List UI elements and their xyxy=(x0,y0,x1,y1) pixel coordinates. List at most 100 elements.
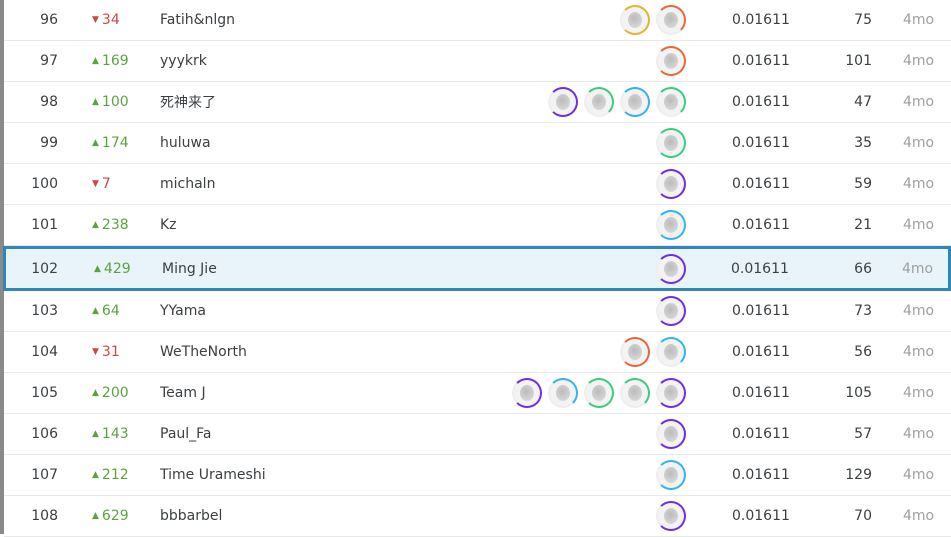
triangle-up-icon: ▲ xyxy=(92,97,99,107)
rank: 96 xyxy=(40,12,58,28)
entries-count: 129 xyxy=(845,467,872,483)
entries-count: 57 xyxy=(854,426,872,442)
team-member-avatar[interactable] xyxy=(656,5,686,35)
team-members xyxy=(620,337,686,367)
table-row[interactable]: 101 ▲ 238 Kz 0.01611 21 4mo xyxy=(4,205,951,246)
team-member-avatar[interactable] xyxy=(548,87,578,117)
team-member-avatar[interactable] xyxy=(656,378,686,408)
entries-count: 75 xyxy=(854,12,872,28)
team-members xyxy=(656,169,686,199)
entries-count: 35 xyxy=(854,135,872,151)
team-members xyxy=(656,253,686,284)
entries-count: 59 xyxy=(854,176,872,192)
team-member-avatar[interactable] xyxy=(656,169,686,199)
table-row[interactable]: 99 ▲ 174 huluwa 0.01611 35 4mo xyxy=(4,123,951,164)
team-member-avatar[interactable] xyxy=(620,5,650,35)
triangle-down-icon: ▼ xyxy=(92,15,99,25)
score: 0.01611 xyxy=(732,467,790,483)
rank-change: ▲ 629 xyxy=(92,508,129,524)
score: 0.01611 xyxy=(732,176,790,192)
entries-count: 21 xyxy=(854,217,872,233)
team-member-avatar[interactable] xyxy=(656,296,686,326)
triangle-up-icon: ▲ xyxy=(92,429,99,439)
rank: 106 xyxy=(31,426,58,442)
table-row[interactable]: 98 ▲ 100 死神来了 0.01611 47 4mo xyxy=(4,82,951,123)
team-member-avatar[interactable] xyxy=(620,337,650,367)
triangle-up-icon: ▲ xyxy=(94,263,101,274)
team-member-avatar[interactable] xyxy=(620,87,650,117)
last-submission: 4mo xyxy=(903,176,935,192)
table-row-current-team[interactable]: 102 ▲ 429 Ming Jie 0.01611 66 4mo xyxy=(3,246,951,291)
team-name[interactable]: YYama xyxy=(160,303,206,319)
rank: 99 xyxy=(40,135,58,151)
table-row[interactable]: 100 ▼ 7 michaln 0.01611 59 4mo xyxy=(4,164,951,205)
entries-count: 56 xyxy=(854,344,872,360)
score: 0.01611 xyxy=(732,303,790,319)
table-row[interactable]: 105 ▲ 200 Team J 0.01611 105 4mo xyxy=(4,373,951,414)
rank: 101 xyxy=(31,217,58,233)
score: 0.01611 xyxy=(732,426,790,442)
entries-count: 105 xyxy=(845,385,872,401)
last-submission: 4mo xyxy=(903,426,935,442)
rank-change: ▲ 143 xyxy=(92,426,129,442)
table-row[interactable]: 96 ▼ 34 Fatih&nlgn 0.01611 75 4mo xyxy=(4,0,951,41)
team-member-avatar[interactable] xyxy=(656,501,686,531)
triangle-up-icon: ▲ xyxy=(92,138,99,148)
team-member-avatar[interactable] xyxy=(656,337,686,367)
table-row[interactable]: 106 ▲ 143 Paul_Fa 0.01611 57 4mo xyxy=(4,414,951,455)
table-row[interactable]: 103 ▲ 64 YYama 0.01611 73 4mo xyxy=(4,291,951,332)
score: 0.01611 xyxy=(732,94,790,110)
table-row[interactable]: 107 ▲ 212 Time Urameshi 0.01611 129 4mo xyxy=(4,455,951,496)
team-member-avatar[interactable] xyxy=(656,460,686,490)
team-name[interactable]: Team J xyxy=(160,385,206,401)
team-member-avatar[interactable] xyxy=(584,378,614,408)
rank-change: ▲ 169 xyxy=(92,53,129,69)
team-name[interactable]: WeTheNorth xyxy=(160,344,247,360)
team-member-avatar[interactable] xyxy=(512,378,542,408)
rank-change: ▼ 31 xyxy=(92,344,120,360)
team-members xyxy=(656,46,686,76)
team-member-avatar[interactable] xyxy=(656,253,686,284)
last-submission: 4mo xyxy=(903,508,935,524)
triangle-up-icon: ▲ xyxy=(92,511,99,521)
team-member-avatar[interactable] xyxy=(620,378,650,408)
team-name[interactable]: Kz xyxy=(160,217,177,233)
triangle-down-icon: ▼ xyxy=(92,179,99,189)
team-name[interactable]: Time Urameshi xyxy=(160,467,266,483)
team-member-avatar[interactable] xyxy=(548,378,578,408)
rank-change: ▼ 7 xyxy=(92,176,111,192)
team-name[interactable]: Fatih&nlgn xyxy=(160,12,235,28)
team-member-avatar[interactable] xyxy=(584,87,614,117)
team-name[interactable]: Paul_Fa xyxy=(160,426,212,442)
last-submission: 4mo xyxy=(903,135,935,151)
team-name[interactable]: michaln xyxy=(160,176,215,192)
score: 0.01611 xyxy=(732,217,790,233)
team-members xyxy=(656,210,686,240)
rank: 105 xyxy=(31,385,58,401)
rank-change: ▲ 200 xyxy=(92,385,129,401)
team-members xyxy=(620,5,686,35)
table-row[interactable]: 97 ▲ 169 yyykrk 0.01611 101 4mo xyxy=(4,41,951,82)
rank: 108 xyxy=(31,508,58,524)
team-member-avatar[interactable] xyxy=(656,419,686,449)
entries-count: 70 xyxy=(854,508,872,524)
team-name[interactable]: huluwa xyxy=(160,135,211,151)
team-name[interactable]: Ming Jie xyxy=(162,261,217,277)
score: 0.01611 xyxy=(732,12,790,28)
last-submission: 4mo xyxy=(903,94,935,110)
table-row[interactable]: 108 ▲ 629 bbbarbel 0.01611 70 4mo xyxy=(4,496,951,537)
team-members xyxy=(548,87,686,117)
team-name[interactable]: yyykrk xyxy=(160,53,207,69)
team-name[interactable]: bbbarbel xyxy=(160,508,222,524)
team-members xyxy=(656,128,686,158)
team-member-avatar[interactable] xyxy=(656,46,686,76)
team-members xyxy=(656,419,686,449)
rank-change: ▲ 174 xyxy=(92,135,129,151)
entries-count: 66 xyxy=(854,260,872,277)
team-member-avatar[interactable] xyxy=(656,128,686,158)
team-name[interactable]: 死神来了 xyxy=(160,92,216,112)
table-row[interactable]: 104 ▼ 31 WeTheNorth 0.01611 56 4mo xyxy=(4,332,951,373)
team-member-avatar[interactable] xyxy=(656,87,686,117)
team-member-avatar[interactable] xyxy=(656,210,686,240)
team-members xyxy=(656,460,686,490)
